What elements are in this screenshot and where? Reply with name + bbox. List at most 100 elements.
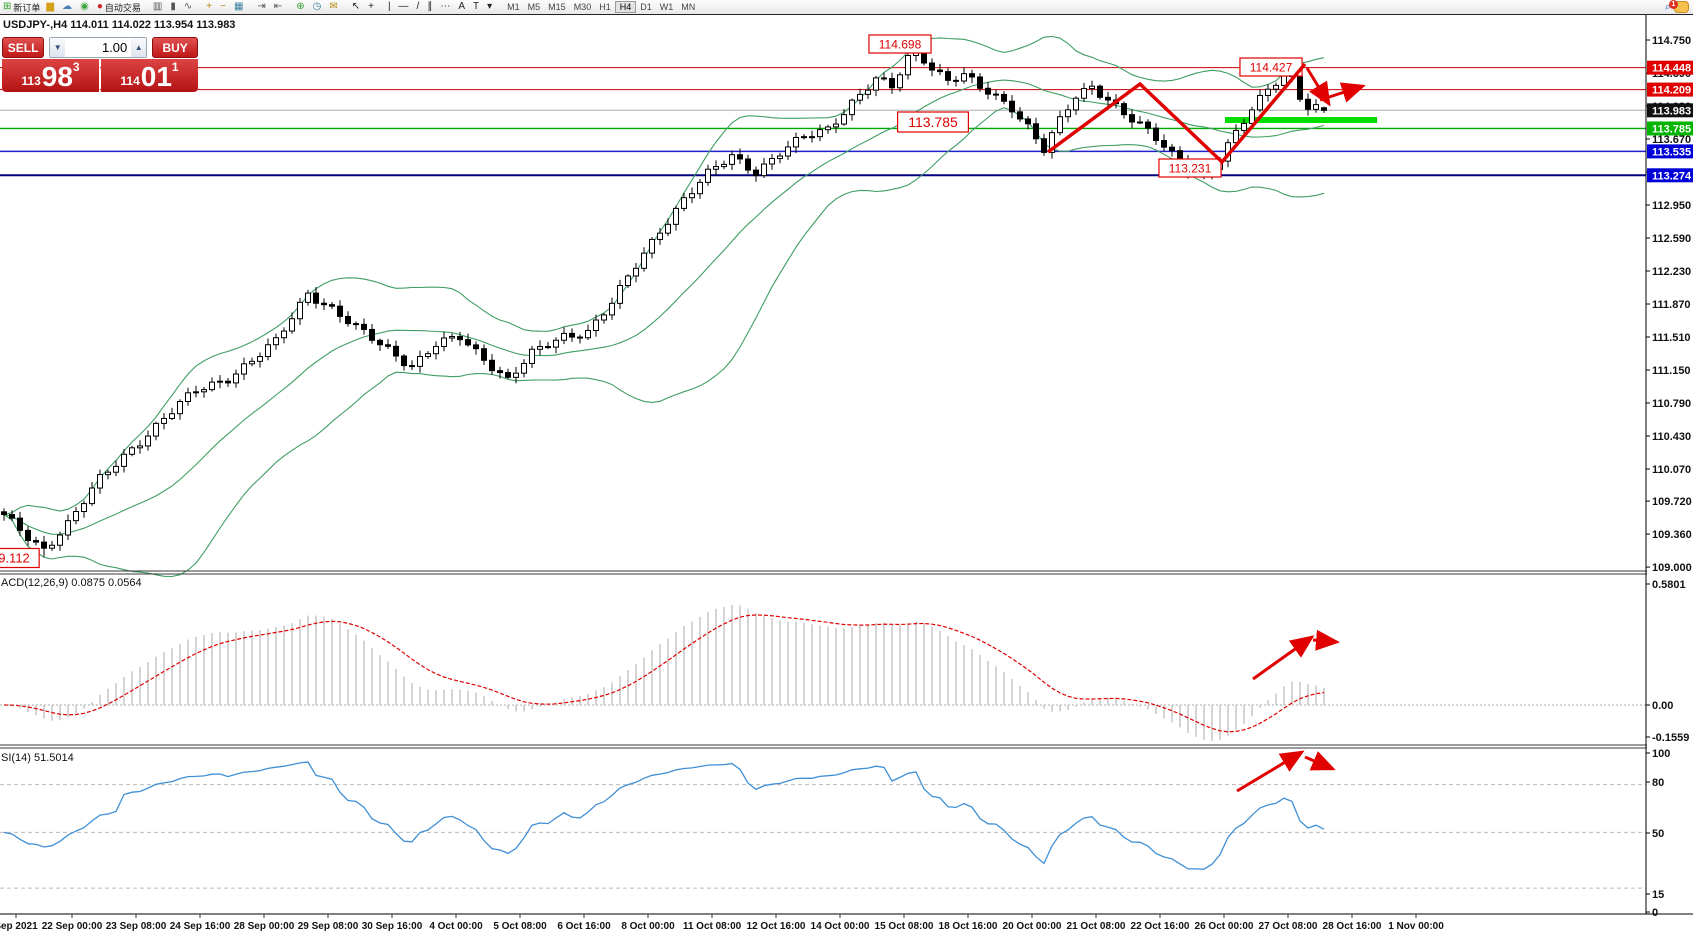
line-chart-icon[interactable]: ∿ — [181, 1, 197, 13]
timeframe-button-h4[interactable]: H4 — [615, 1, 637, 13]
volume-input[interactable] — [65, 38, 131, 57]
zoom-out-icon: − — [220, 2, 226, 12]
svg-text:112.230: 112.230 — [1652, 266, 1691, 278]
shapes-icon[interactable]: ▾ — [484, 1, 497, 13]
sell-button[interactable]: SELL — [2, 37, 44, 58]
tile-windows-icon[interactable]: ▦ — [231, 1, 248, 13]
sounds-icon: ◉ — [80, 2, 89, 12]
svg-text:111.150: 111.150 — [1652, 365, 1691, 377]
chat-bubble-icon[interactable]: 1 — [1674, 1, 1689, 13]
vertical-line-icon[interactable]: | — [385, 1, 396, 13]
macd-indicator-label: ACD(12,26,9) 0.0875 0.0564 — [1, 577, 142, 589]
crosshair-icon[interactable]: + — [365, 1, 379, 13]
svg-text:18 Oct 16:00: 18 Oct 16:00 — [939, 921, 998, 932]
new-order-button[interactable]: ⊞新订单 — [0, 1, 43, 13]
svg-text:113.785: 113.785 — [1652, 123, 1691, 135]
svg-text:4 Oct 00:00: 4 Oct 00:00 — [429, 921, 483, 932]
crosshair-icon: + — [368, 2, 374, 12]
main-toolbar: ⊞新订单▆☁◉●自动交易▥▮∿+−▦⇥⇤⊕◷✉↖+|—/∥⋯AT▾ M1M5M1… — [0, 0, 1693, 15]
svg-text:23 Sep 08:00: 23 Sep 08:00 — [106, 921, 167, 932]
svg-text:27 Oct 08:00: 27 Oct 08:00 — [1259, 921, 1318, 932]
svg-text:11 Oct 08:00: 11 Oct 08:00 — [683, 921, 742, 932]
bid-big-digits: 98 — [42, 64, 73, 90]
svg-text:26 Oct 00:00: 26 Oct 00:00 — [1195, 921, 1254, 932]
horizontal-line-icon[interactable]: — — [396, 1, 414, 13]
new-order-button: ⊞ — [3, 2, 11, 12]
notification-badge: 1 — [1669, 0, 1678, 9]
add-indicator-icon[interactable]: ⊕ — [293, 1, 309, 13]
svg-text:113.785: 113.785 — [908, 114, 958, 130]
zoom-out-icon[interactable]: − — [217, 1, 231, 13]
svg-text:0.00: 0.00 — [1652, 700, 1673, 712]
timeframe-button-m1[interactable]: M1 — [503, 2, 524, 12]
timeframe-button-h1[interactable]: H1 — [595, 2, 615, 12]
timeframe-button-mn[interactable]: MN — [677, 2, 699, 12]
bid-price-panel[interactable]: 113 98 3 — [2, 59, 100, 92]
one-click-trading-panel: SELL ▼ ▲ BUY 113 98 3 114 01 1 — [2, 37, 198, 92]
buy-button[interactable]: BUY — [152, 37, 198, 58]
svg-text:22 Sep 00:00: 22 Sep 00:00 — [42, 921, 103, 932]
volume-increase-button[interactable]: ▲ — [131, 38, 146, 57]
bar-chart-icon[interactable]: ▥ — [150, 1, 167, 13]
text-icon: A — [458, 2, 465, 12]
ask-big-digits: 01 — [141, 64, 172, 90]
templates-icon[interactable]: ✉ — [326, 1, 342, 13]
price-axis[interactable]: 114.750114.390114.030113.670113.310112.9… — [1646, 14, 1693, 919]
fibonacci-icon[interactable]: ⋯ — [437, 1, 455, 13]
svg-text:114.750: 114.750 — [1652, 35, 1691, 47]
auto-scroll-icon[interactable]: ⇥ — [254, 1, 270, 13]
svg-text:8 Oct 00:00: 8 Oct 00:00 — [621, 921, 675, 932]
auto-scroll-icon: ⇥ — [257, 2, 265, 12]
timeframe-button-m15[interactable]: M15 — [544, 2, 570, 12]
timeframe-toolbar: M1M5M15M30H1H4D1W1MN — [503, 1, 699, 13]
channel-icon[interactable]: ∥ — [424, 1, 437, 13]
svg-text:28 Sep 00:00: 28 Sep 00:00 — [234, 921, 295, 932]
svg-text:15: 15 — [1652, 889, 1664, 901]
gold-icon[interactable]: ▆ — [43, 1, 59, 13]
bar-chart-icon: ▥ — [153, 2, 162, 12]
tile-windows-icon: ▦ — [234, 2, 243, 12]
svg-text:-0.1559: -0.1559 — [1652, 732, 1689, 744]
svg-text:114.448: 114.448 — [1652, 63, 1691, 75]
chart-canvas[interactable]: 114.698114.427113.785113.2319.112114.750… — [0, 0, 1693, 935]
trendline-icon[interactable]: / — [414, 1, 425, 13]
svg-text:28 Oct 16:00: 28 Oct 16:00 — [1323, 921, 1382, 932]
toolbar-buttons: ⊞新订单▆☁◉●自动交易▥▮∿+−▦⇥⇤⊕◷✉↖+|—/∥⋯AT▾ — [0, 1, 503, 13]
svg-text:110.430: 110.430 — [1652, 431, 1691, 443]
ask-price-panel[interactable]: 114 01 1 — [101, 59, 198, 92]
sounds-icon[interactable]: ◉ — [77, 1, 94, 13]
text-label-icon: T — [473, 2, 479, 12]
svg-text:21 Oct 08:00: 21 Oct 08:00 — [1067, 921, 1126, 932]
cursor-icon[interactable]: ↖ — [349, 1, 365, 13]
shapes-icon: ▾ — [487, 2, 492, 12]
svg-text:Sep 2021: Sep 2021 — [0, 921, 38, 932]
rsi-indicator-label: SI(14) 51.5014 — [1, 752, 74, 764]
svg-text:110.070: 110.070 — [1652, 464, 1691, 476]
autotrade-button[interactable]: ●自动交易 — [94, 1, 144, 13]
text-icon[interactable]: A — [455, 1, 470, 13]
svg-text:112.590: 112.590 — [1652, 233, 1691, 245]
svg-text:111.510: 111.510 — [1652, 332, 1691, 344]
text-label-icon[interactable]: T — [470, 1, 484, 13]
periods-icon[interactable]: ◷ — [310, 1, 327, 13]
volume-decrease-button[interactable]: ▼ — [50, 38, 65, 57]
chart-shift-icon: ⇤ — [274, 2, 282, 12]
svg-text:15 Oct 08:00: 15 Oct 08:00 — [875, 921, 934, 932]
svg-text:110.790: 110.790 — [1652, 398, 1691, 410]
chart-title: USDJPY-,H4 114.011 114.022 113.954 113.9… — [3, 19, 235, 31]
candle-chart-icon[interactable]: ▮ — [167, 1, 181, 13]
zoom-in-icon[interactable]: + — [203, 1, 217, 13]
timeframe-button-m5[interactable]: M5 — [524, 2, 545, 12]
chart-shift-icon[interactable]: ⇤ — [271, 1, 287, 13]
autotrade-button: ● — [97, 2, 103, 12]
zoom-in-icon: + — [206, 2, 212, 12]
svg-text:112.950: 112.950 — [1652, 200, 1691, 212]
toolbar-right: ⌕ 1 — [1662, 1, 1693, 13]
timeframe-button-w1[interactable]: W1 — [656, 2, 678, 12]
trendline-icon: / — [417, 2, 420, 12]
timeframe-button-d1[interactable]: D1 — [636, 2, 656, 12]
channel-icon: ∥ — [427, 2, 432, 12]
line-chart-icon: ∿ — [184, 2, 192, 12]
community-icon[interactable]: ☁ — [59, 1, 77, 13]
timeframe-button-m30[interactable]: M30 — [570, 2, 596, 12]
